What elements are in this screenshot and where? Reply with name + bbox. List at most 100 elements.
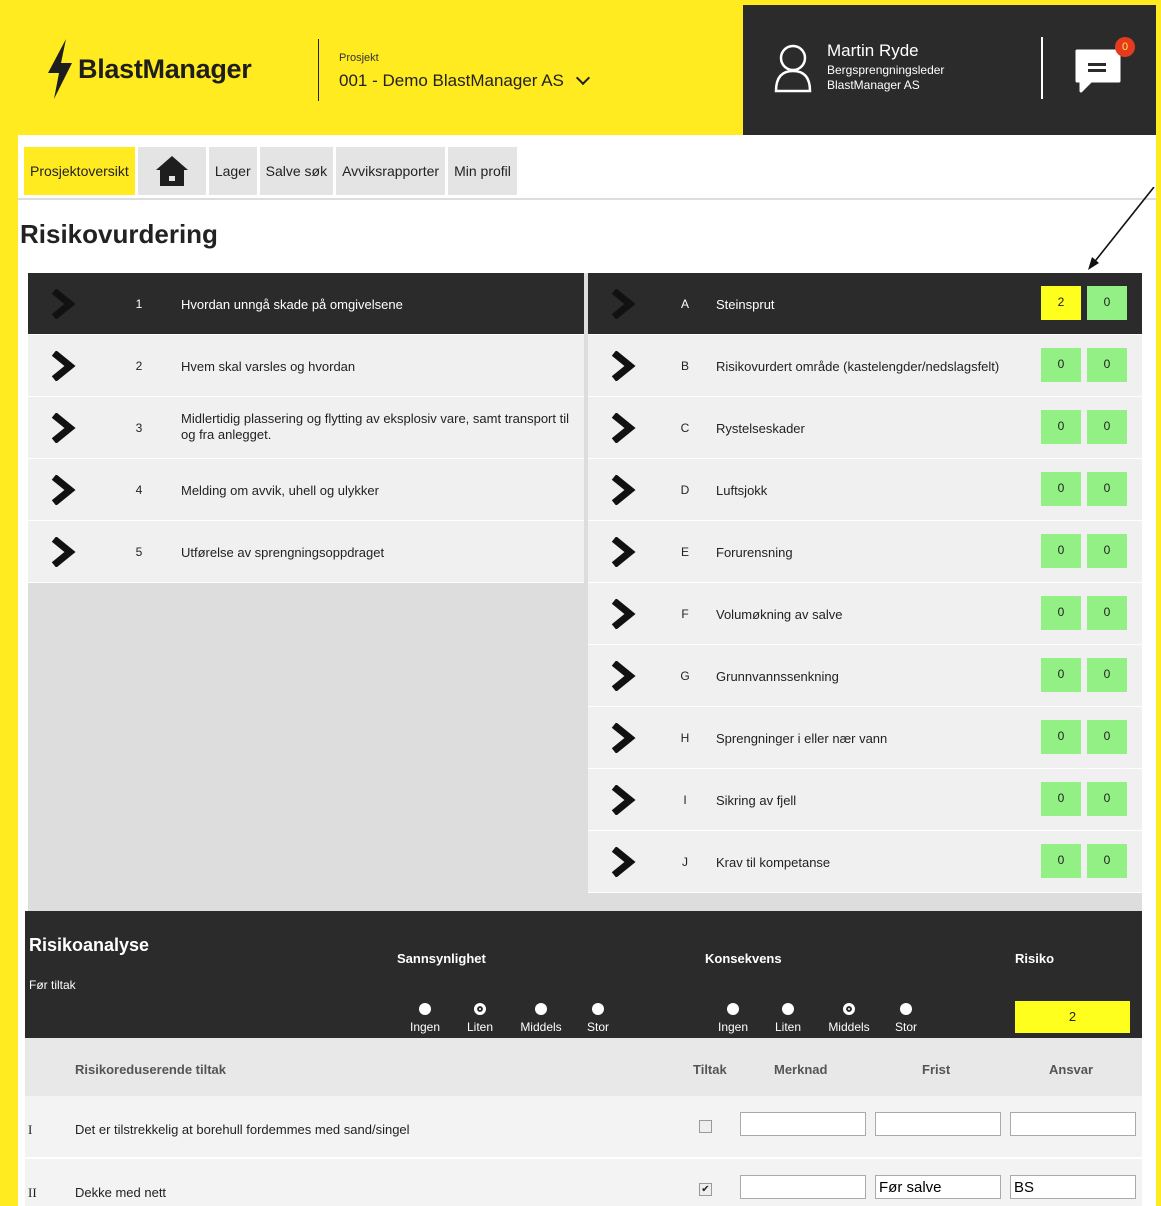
radio-dot <box>592 1003 604 1015</box>
radio-dot <box>535 1003 547 1015</box>
consequence-option-ingen[interactable]: Ingen <box>707 1003 759 1034</box>
header-divider-2 <box>1041 37 1043 99</box>
ansvar-input[interactable] <box>1010 1112 1136 1136</box>
consequence-option-stor[interactable]: Stor <box>881 1003 931 1034</box>
annotation-arrow <box>1088 187 1155 270</box>
topic-item[interactable]: 3 Midlertidig plassering og flytting av … <box>28 397 584 459</box>
option-label: Middels <box>828 1020 870 1034</box>
option-label: Middels <box>520 1020 562 1034</box>
col-merknad: Merknad <box>774 1062 828 1077</box>
tiltak-checkbox[interactable]: ✔ <box>699 1183 712 1196</box>
risk-item[interactable]: B Risikovurdert område (kastelengder/ned… <box>588 335 1142 397</box>
chevron-right-icon <box>611 537 636 567</box>
risk-label: Rystelseskader <box>716 421 805 436</box>
col-measure: Risikoreduserende tiltak <box>75 1062 226 1077</box>
page-title: Risikovurdering <box>20 219 218 249</box>
risk-title: Risiko <box>1015 951 1055 966</box>
app-frame: BlastManager Prosjekt 001 - Demo BlastMa… <box>18 5 1156 1206</box>
topic-number: 1 <box>135 297 143 311</box>
user-company: BlastManager AS <box>827 78 920 92</box>
nav-home[interactable] <box>137 147 206 195</box>
chevron-right-icon <box>611 413 636 443</box>
user-role-title: Bergsprengningsleder <box>827 63 945 77</box>
project-selector[interactable]: 001 - Demo BlastManager AS <box>339 70 590 91</box>
risk-letter: G <box>680 669 690 683</box>
radio-dot-selected <box>843 1003 855 1015</box>
lightning-bolt-icon <box>48 39 72 99</box>
risk-label: Steinsprut <box>716 297 775 312</box>
tiltak-checkbox[interactable] <box>699 1120 712 1133</box>
merknad-input[interactable] <box>740 1112 866 1136</box>
score-before: 0 <box>1041 844 1081 878</box>
probability-title: Sannsynlighet <box>397 951 486 966</box>
probability-option-liten[interactable]: Liten <box>451 1003 509 1034</box>
topic-number: 2 <box>135 359 143 373</box>
chevron-right-icon <box>51 351 76 381</box>
ansvar-input[interactable] <box>1010 1175 1136 1199</box>
score-before: 0 <box>1041 782 1081 816</box>
topic-item[interactable]: 4 Melding om avvik, uhell og ulykker <box>28 459 584 521</box>
project-label: Prosjekt <box>339 52 379 64</box>
logo[interactable]: BlastManager <box>44 39 252 99</box>
chat-icon[interactable] <box>1073 45 1123 95</box>
frist-input[interactable] <box>875 1175 1001 1199</box>
score-before: 0 <box>1041 472 1081 506</box>
frist-input[interactable] <box>875 1112 1001 1136</box>
score-after: 0 <box>1087 658 1127 692</box>
nav-min-profil[interactable]: Min profil <box>448 147 517 195</box>
risk-item[interactable]: C Rystelseskader 0 0 <box>588 397 1142 459</box>
chevron-right-icon <box>51 413 76 443</box>
topic-label: Melding om avvik, uhell og ulykker <box>181 483 379 498</box>
topic-item[interactable]: 5 Utførelse av sprengningsoppdraget <box>28 521 584 583</box>
col-frist: Frist <box>922 1062 951 1077</box>
table-row: II Dekke med nett ✔ <box>25 1159 1142 1206</box>
risk-item[interactable]: A Steinsprut 2 0 <box>588 273 1142 335</box>
risk-item[interactable]: F Volumøkning av salve 0 0 <box>588 583 1142 645</box>
score-before: 2 <box>1041 286 1081 320</box>
nav-salve-sok[interactable]: Salve søk <box>259 147 334 195</box>
nav-prosjektoversikt[interactable]: Prosjektoversikt <box>24 147 135 195</box>
risk-label: Luftsjokk <box>716 483 768 498</box>
topic-item[interactable]: 1 Hvordan unngå skade på omgivelsene <box>28 273 584 335</box>
consequence-option-liten[interactable]: Liten <box>759 1003 817 1034</box>
risk-item[interactable]: E Forurensning 0 0 <box>588 521 1142 583</box>
risk-letter: B <box>680 359 689 373</box>
analysis-subtitle: Før tiltak <box>29 978 76 992</box>
consequence-option-middels[interactable]: Middels <box>817 1003 881 1034</box>
nav-lager[interactable]: Lager <box>208 147 257 195</box>
option-label: Liten <box>466 1020 494 1034</box>
risk-item[interactable]: H Sprengninger i eller nær vann 0 0 <box>588 707 1142 769</box>
radio-dot <box>419 1003 431 1015</box>
radio-dot-selected <box>474 1003 486 1015</box>
score-before: 0 <box>1041 410 1081 444</box>
probability-option-ingen[interactable]: Ingen <box>399 1003 451 1034</box>
topic-label: Midlertidig plassering og flytting av ek… <box>181 411 569 442</box>
app-name: BlastManager <box>78 53 252 84</box>
topic-label: Hvem skal varsles og hvordan <box>181 359 356 374</box>
measures-table-header: Risikoreduserende tiltak Tiltak Merknad … <box>25 1038 1142 1096</box>
probability-option-stor[interactable]: Stor <box>573 1003 623 1034</box>
topic-item[interactable]: 2 Hvem skal varsles og hvordan <box>28 335 584 397</box>
risk-letter: I <box>683 793 687 807</box>
analysis-title: Risikoanalyse <box>29 935 150 955</box>
user-icon[interactable] <box>773 43 813 93</box>
chevron-right-icon <box>611 289 636 319</box>
option-label: Ingen <box>409 1020 441 1034</box>
chevron-right-icon <box>51 475 76 505</box>
risk-item[interactable]: G Grunnvannssenkning 0 0 <box>588 645 1142 707</box>
measure-text: Det er tilstrekkelig at borehull fordemm… <box>75 1122 410 1137</box>
risk-item[interactable]: D Luftsjokk 0 0 <box>588 459 1142 521</box>
risk-item[interactable]: I Sikring av fjell 0 0 <box>588 769 1142 831</box>
topic-label: Utførelse av sprengningsoppdraget <box>181 545 385 560</box>
risk-item[interactable]: J Krav til kompetanse 0 0 <box>588 831 1142 893</box>
chevron-right-icon <box>611 723 636 753</box>
chevron-right-icon <box>51 289 76 319</box>
topic-number: 4 <box>135 483 143 497</box>
chevron-right-icon <box>611 661 636 691</box>
radio-dot <box>727 1003 739 1015</box>
notification-badge: 0 <box>1115 37 1135 57</box>
nav-avviksrapporter[interactable]: Avviksrapporter <box>336 147 446 195</box>
probability-option-middels[interactable]: Middels <box>509 1003 573 1034</box>
merknad-input[interactable] <box>740 1175 866 1199</box>
score-after: 0 <box>1087 844 1127 878</box>
